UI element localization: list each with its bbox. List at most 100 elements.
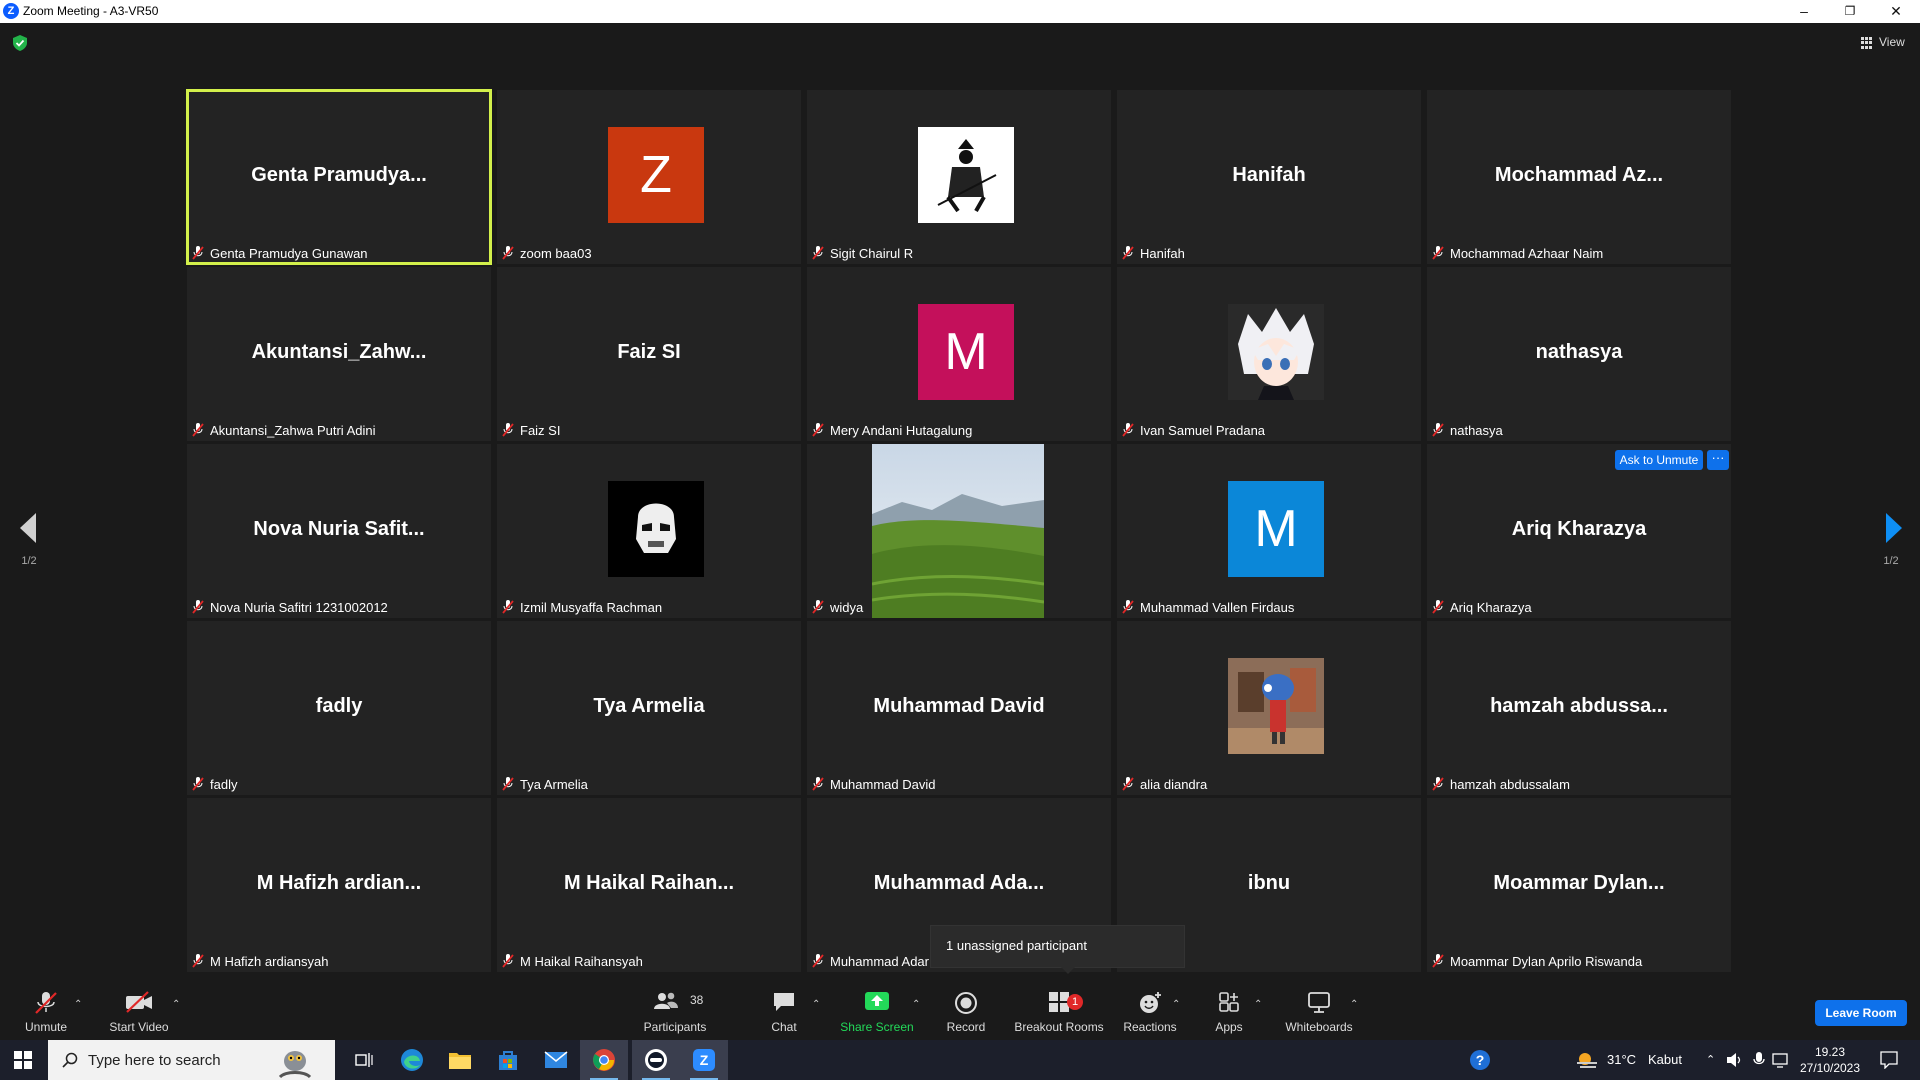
participants-button[interactable]: 38 Participants: [637, 977, 713, 1040]
participant-tile[interactable]: widya: [807, 444, 1111, 618]
view-button[interactable]: View: [1855, 34, 1911, 52]
participant-tile[interactable]: Muhammad David Muhammad David: [807, 621, 1111, 795]
participant-tile[interactable]: alia diandra: [1117, 621, 1421, 795]
participant-tile[interactable]: hamzah abdussa... hamzah abdussalam: [1427, 621, 1731, 795]
chrome-app-button[interactable]: [580, 1040, 628, 1080]
svg-text:?: ?: [1476, 1052, 1485, 1068]
video-off-icon: [126, 991, 152, 1013]
record-button[interactable]: Record: [940, 977, 992, 1040]
participant-tile[interactable]: Akuntansi_Zahw... Akuntansi_Zahwa Putri A…: [187, 267, 491, 441]
share-screen-icon: [865, 992, 889, 1010]
reactions-options-caret-icon[interactable]: ⌃: [1172, 999, 1180, 1010]
participant-name-tag: alia diandra: [1122, 775, 1207, 793]
participant-name-tag: Sigit Chairul R: [812, 244, 913, 262]
participant-display-name: nathasya: [1535, 341, 1623, 363]
participant-tile[interactable]: Hanifah Hanifah: [1117, 90, 1421, 264]
apps-button[interactable]: Apps: [1208, 977, 1250, 1040]
participant-tile[interactable]: M Muhammad Vallen Firdaus: [1117, 444, 1421, 618]
participant-tile[interactable]: M Haikal Raihan... M Haikal Raihansyah: [497, 798, 801, 972]
participant-tile[interactable]: Nova Nuria Safit... Nova Nuria Safitri 12…: [187, 444, 491, 618]
start-button[interactable]: [0, 1040, 46, 1080]
chat-button[interactable]: Chat: [764, 977, 804, 1040]
letter-avatar: M: [918, 304, 1014, 400]
chat-options-caret-icon[interactable]: ⌃: [812, 999, 820, 1010]
muted-mic-icon: [192, 423, 204, 437]
close-button[interactable]: ✕: [1873, 0, 1919, 23]
share-screen-button[interactable]: Share Screen: [836, 977, 918, 1040]
share-options-caret-icon[interactable]: ⌃: [912, 999, 920, 1010]
participant-tile[interactable]: Mochammad Az... Mochammad Azhaar Naim: [1427, 90, 1731, 264]
search-icon: [62, 1052, 78, 1068]
participant-name-tag: Muhammad David: [812, 775, 936, 793]
reactions-button[interactable]: Reactions: [1122, 977, 1178, 1040]
ask-to-unmute-button[interactable]: Ask to Unmute: [1615, 450, 1703, 470]
screen-app-button[interactable]: [632, 1040, 680, 1080]
participant-tile[interactable]: fadly fadly: [187, 621, 491, 795]
participant-display-name: Hanifah: [1232, 164, 1306, 186]
participant-tile[interactable]: Ariq Kharazya Ariq Kharazya: [1427, 444, 1731, 618]
participant-tile[interactable]: M Hafizh ardian... M Hafizh ardiansyah: [187, 798, 491, 972]
participant-name-tag: Faiz SI: [502, 421, 560, 439]
restore-button[interactable]: ❐: [1827, 0, 1873, 23]
breakout-rooms-button[interactable]: 1 Breakout Rooms: [1012, 977, 1106, 1040]
page-indicator-left: 1/2: [21, 555, 37, 567]
video-options-caret-icon[interactable]: ⌃: [172, 999, 180, 1010]
participant-tile[interactable]: Izmil Musyaffa Rachman: [497, 444, 801, 618]
participant-display-name: Tya Armelia: [593, 695, 705, 717]
taskbar-clock[interactable]: 19.23 27/10/2023: [1790, 1044, 1870, 1076]
participant-tile[interactable]: nathasya nathasya: [1427, 267, 1731, 441]
participant-name: Ivan Samuel Pradana: [1140, 422, 1266, 438]
chat-label: Chat: [771, 1020, 797, 1034]
zoom-app-button[interactable]: Z: [680, 1040, 728, 1080]
mail-app-button[interactable]: [532, 1040, 580, 1080]
participant-name-tag: M Hafizh ardiansyah: [192, 952, 329, 970]
show-hidden-icons-icon[interactable]: ⌃: [1706, 1040, 1715, 1080]
weather-temperature[interactable]: 31°C: [1607, 1040, 1636, 1080]
participant-name: Akuntansi_Zahwa Putri Adini: [210, 422, 376, 438]
volume-icon[interactable]: [1726, 1052, 1744, 1068]
microsoft-store-button[interactable]: [484, 1040, 532, 1080]
participant-tile[interactable]: Ivan Samuel Pradana: [1117, 267, 1421, 441]
participant-display-name: Muhammad David: [873, 695, 1045, 717]
mail-icon: [544, 1051, 568, 1068]
network-icon[interactable]: [1772, 1052, 1790, 1068]
help-tray-button[interactable]: ?: [1456, 1040, 1504, 1080]
participant-tile[interactable]: M Mery Andani Hutagalung: [807, 267, 1111, 441]
participant-display-name: M Haikal Raihan...: [563, 872, 735, 894]
participant-tile[interactable]: Sigit Chairul R: [807, 90, 1111, 264]
participant-tile[interactable]: Moammar Dylan... Moammar Dylan Aprilo Ris…: [1427, 798, 1731, 972]
taskbar-search-box[interactable]: Type here to search: [48, 1040, 335, 1080]
participant-name-tag: widya: [812, 598, 863, 616]
whiteboards-options-caret-icon[interactable]: ⌃: [1350, 999, 1358, 1010]
muted-mic-icon: [812, 777, 824, 791]
leave-room-button[interactable]: Leave Room: [1815, 1000, 1907, 1026]
edge-app-button[interactable]: [388, 1040, 436, 1080]
participant-name: Tya Armelia: [520, 776, 588, 792]
arrow-right-icon: [1886, 513, 1902, 543]
anime-avatar-image: [1228, 304, 1324, 400]
start-video-button[interactable]: Start Video: [104, 977, 174, 1040]
file-explorer-button[interactable]: [436, 1040, 484, 1080]
minimize-button[interactable]: –: [1781, 0, 1827, 23]
participant-display-name: Moammar Dylan...: [1493, 872, 1665, 894]
encryption-shield-icon[interactable]: [13, 35, 27, 51]
whiteboards-button[interactable]: Whiteboards: [1280, 977, 1358, 1040]
notification-center-icon[interactable]: [1880, 1051, 1898, 1069]
weather-description[interactable]: Kabut: [1648, 1040, 1682, 1080]
apps-options-caret-icon[interactable]: ⌃: [1254, 999, 1262, 1010]
participant-name-tag: hamzah abdussalam: [1432, 775, 1570, 793]
microphone-tray-icon[interactable]: [1753, 1051, 1765, 1069]
task-view-button[interactable]: [340, 1040, 388, 1080]
character-avatar-image: [1228, 658, 1324, 754]
participant-name: Moammar Dylan Aprilo Riswanda: [1450, 953, 1643, 969]
tile-more-button[interactable]: ···: [1707, 450, 1729, 470]
participant-tile[interactable]: Zzoom baa03: [497, 90, 801, 264]
unmute-button[interactable]: Unmute: [14, 977, 78, 1040]
next-page-button[interactable]: 1/2: [1874, 513, 1908, 573]
previous-page-button[interactable]: 1/2: [12, 513, 46, 573]
participant-tile[interactable]: Genta Pramudya... Genta Pramudya Gunawan: [186, 89, 492, 265]
participant-tile[interactable]: Faiz SI Faiz SI: [497, 267, 801, 441]
audio-options-caret-icon[interactable]: ⌃: [74, 999, 82, 1010]
muted-mic-icon: [1122, 423, 1134, 437]
participant-tile[interactable]: Tya Armelia Tya Armelia: [497, 621, 801, 795]
